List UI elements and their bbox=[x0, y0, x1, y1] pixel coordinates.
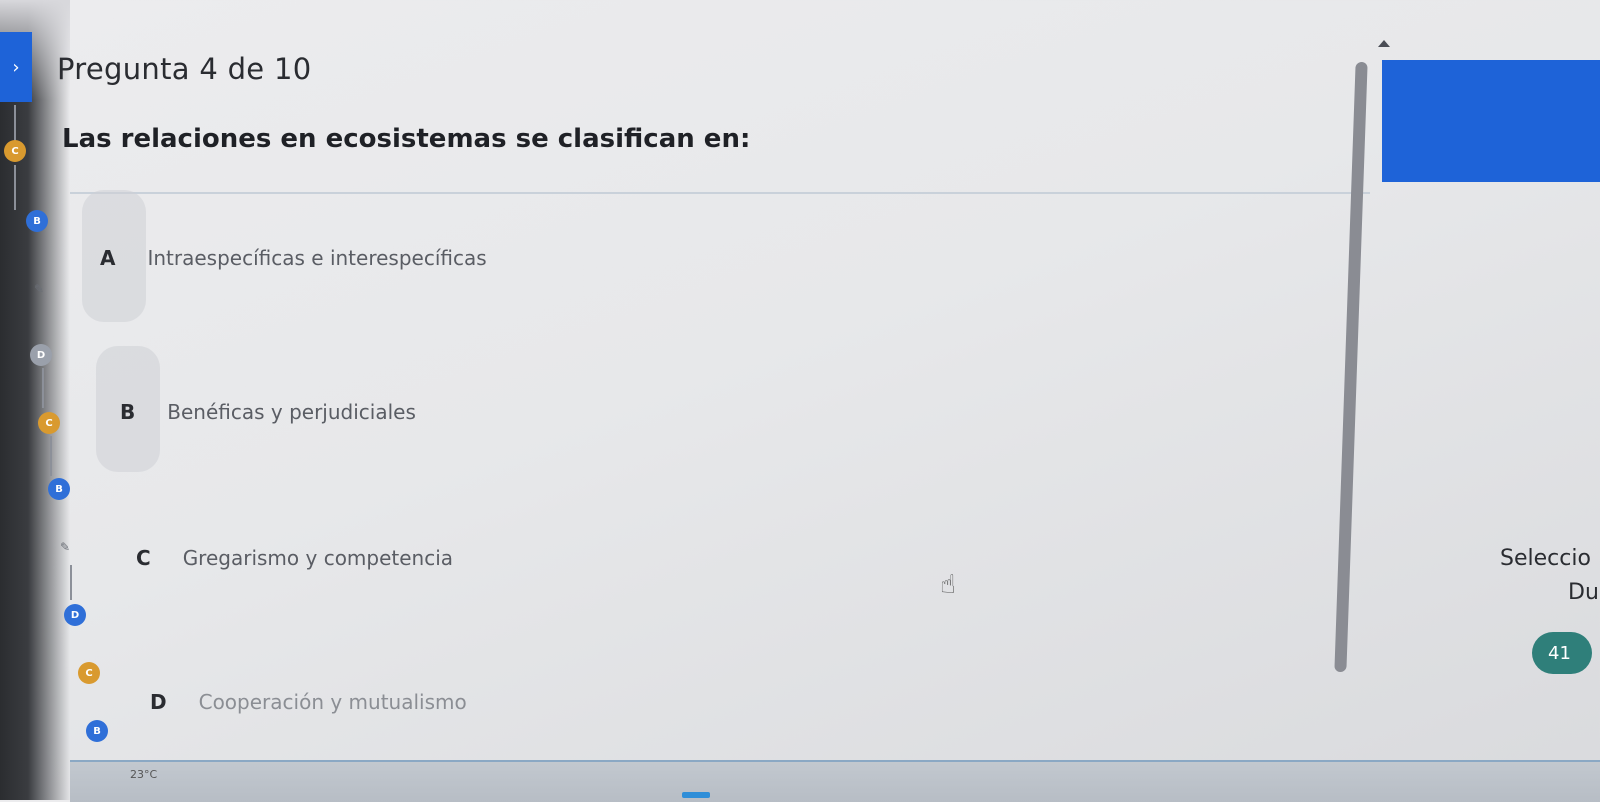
option-letter: B bbox=[120, 400, 136, 424]
submit-button[interactable] bbox=[1382, 60, 1600, 182]
nav-connector bbox=[70, 565, 72, 600]
pencil-icon: ✎ bbox=[34, 282, 45, 296]
question-counter: Pregunta 4 de 10 bbox=[57, 52, 312, 86]
option-label: Gregarismo y competencia bbox=[182, 546, 454, 570]
nav-step-icon[interactable]: C bbox=[38, 412, 60, 434]
option-letter: C bbox=[136, 546, 151, 570]
nav-step-icon[interactable]: B bbox=[26, 210, 48, 232]
taskbar-app-icon[interactable] bbox=[682, 792, 710, 798]
option-d[interactable]: D Cooperación y mutualismo bbox=[150, 690, 467, 714]
pencil-icon: ✎ bbox=[60, 540, 71, 554]
scrollbar[interactable] bbox=[1334, 62, 1368, 672]
nav-step-icon[interactable]: C bbox=[78, 662, 100, 684]
scroll-up-icon[interactable] bbox=[1378, 40, 1390, 47]
option-label: Cooperación y mutualismo bbox=[198, 690, 467, 714]
question-text: Las relaciones en ecosistemas se clasifi… bbox=[62, 124, 751, 154]
option-letter: D bbox=[150, 690, 167, 714]
nav-connector bbox=[50, 436, 52, 476]
option-c[interactable]: C Gregarismo y competencia bbox=[136, 546, 453, 570]
select-prompt: Seleccio bbox=[1500, 546, 1591, 571]
option-label: Benéficas y perjudiciales bbox=[167, 400, 416, 424]
hand-cursor-icon: ☝ bbox=[940, 570, 956, 600]
score-badge: 41 bbox=[1532, 632, 1592, 674]
nav-step-icon[interactable]: D bbox=[30, 344, 52, 366]
nav-step-icon[interactable]: B bbox=[48, 478, 70, 500]
option-letter: A bbox=[100, 246, 116, 270]
nav-step-icon[interactable]: C bbox=[4, 140, 26, 162]
nav-connector bbox=[14, 165, 16, 210]
nav-connector bbox=[14, 105, 16, 145]
weather-temperature: 23°C bbox=[130, 768, 158, 781]
nav-connector bbox=[42, 368, 44, 408]
sidebar-toggle-button[interactable]: › bbox=[0, 32, 32, 102]
duration-label: Du bbox=[1568, 580, 1599, 605]
nav-step-icon[interactable]: D bbox=[64, 604, 86, 626]
option-b[interactable]: B Benéficas y perjudiciales bbox=[120, 400, 416, 424]
chevron-right-icon: › bbox=[12, 56, 20, 78]
option-label: Intraespecíficas e interespecíficas bbox=[147, 246, 487, 270]
screen-bezel bbox=[0, 0, 70, 800]
taskbar: 23°C bbox=[70, 760, 1600, 802]
option-a[interactable]: A Intraespecíficas e interespecíficas bbox=[100, 246, 487, 270]
divider bbox=[70, 192, 1370, 194]
nav-step-icon[interactable]: B bbox=[86, 720, 108, 742]
